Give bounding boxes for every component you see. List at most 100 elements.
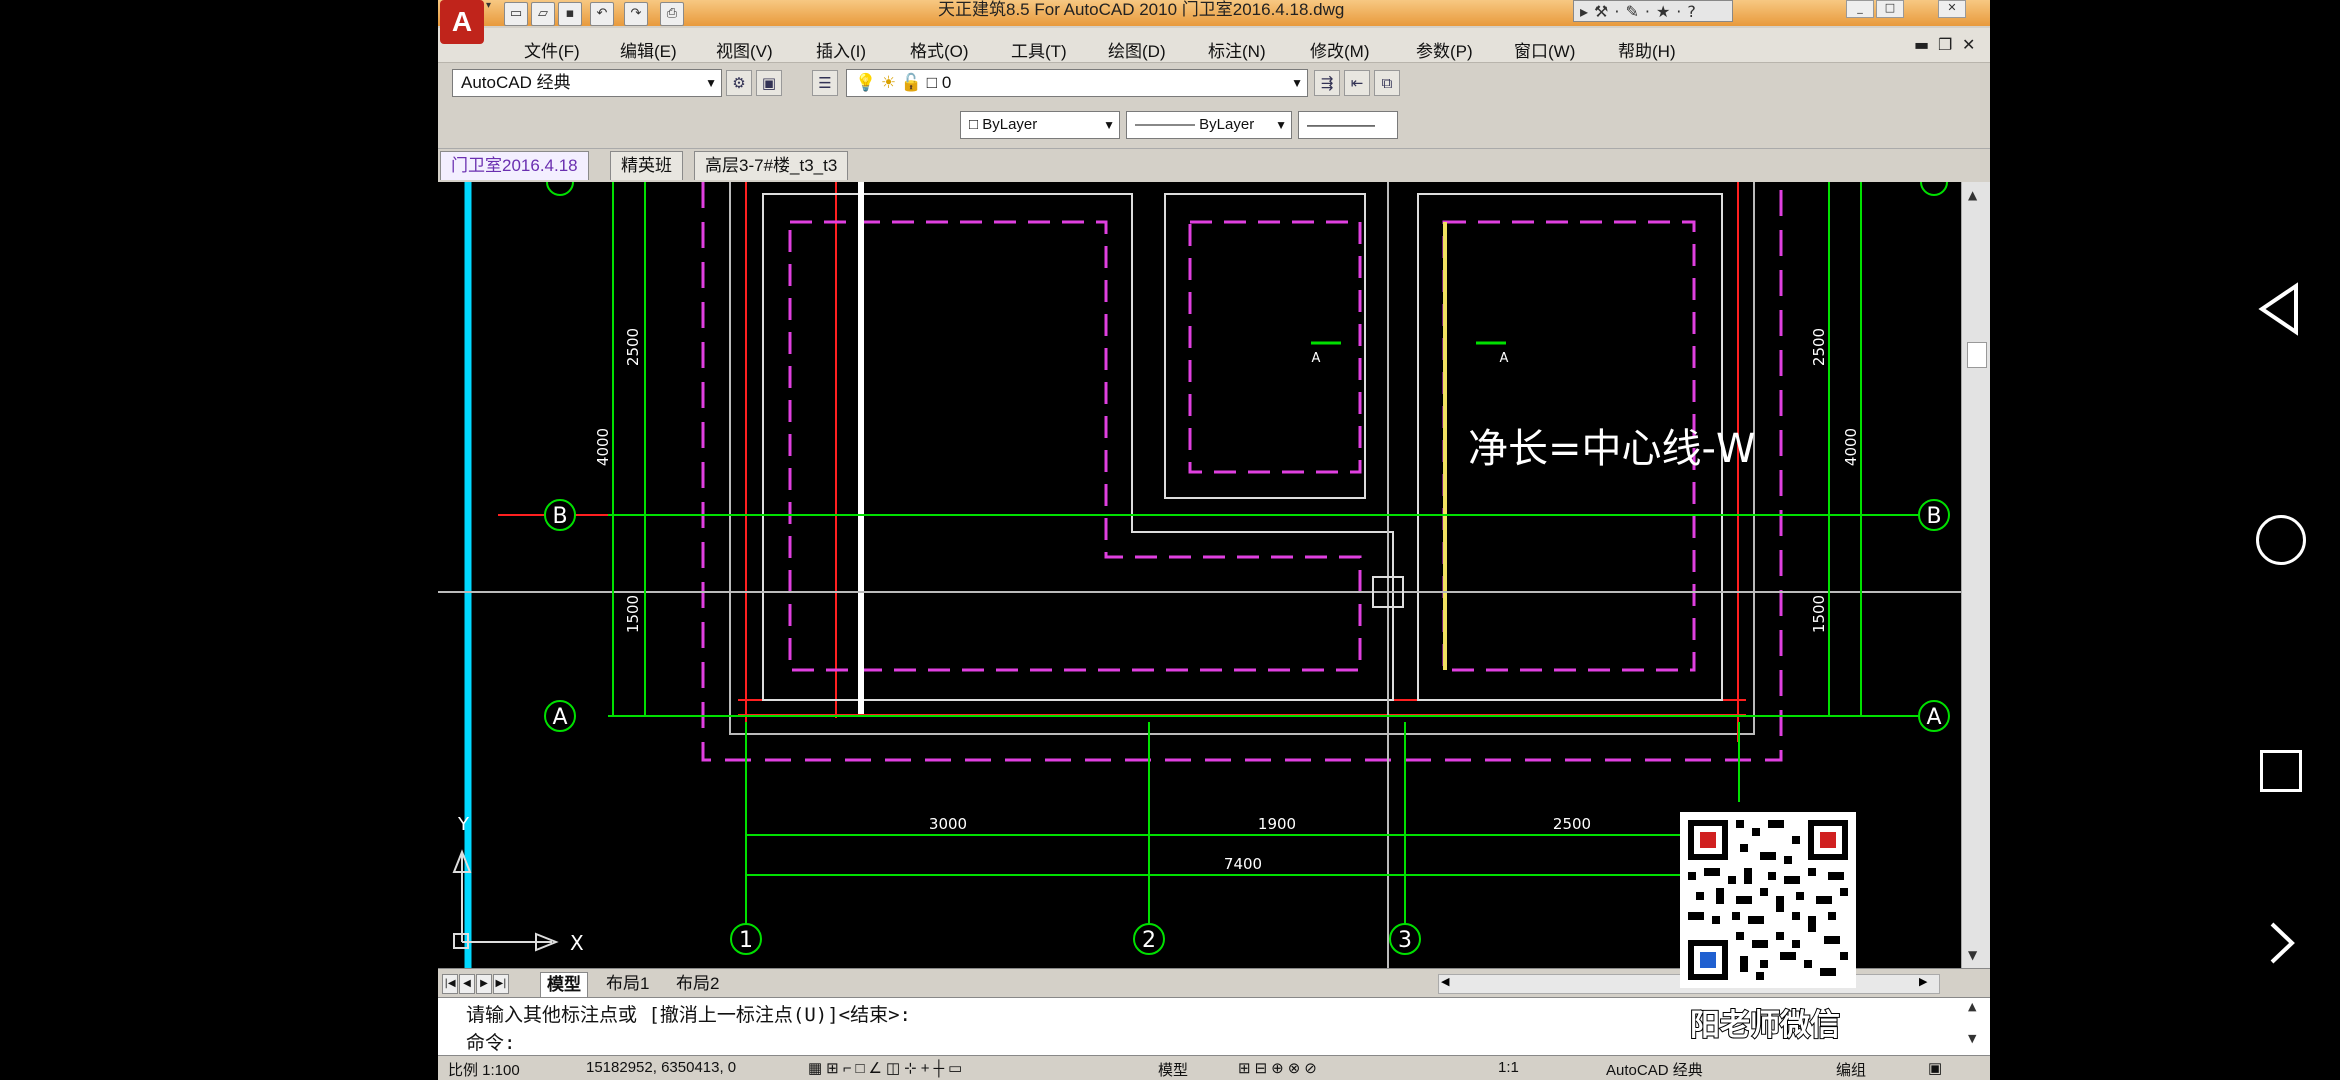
menu-window[interactable]: 窗口(W) bbox=[1514, 37, 1575, 62]
color-select[interactable]: □ ByLayer ▼ bbox=[960, 111, 1120, 139]
save-icon[interactable]: ▪ bbox=[558, 2, 582, 26]
menu-help[interactable]: 帮助(H) bbox=[1618, 37, 1676, 62]
layer-value: 0 bbox=[941, 73, 952, 92]
dim-bottom-2500: 2500 bbox=[1553, 815, 1591, 833]
tab-model[interactable]: 模型 bbox=[540, 972, 588, 998]
autocad-logo[interactable]: A bbox=[440, 0, 484, 44]
layer-properties-icon[interactable]: ☰ bbox=[812, 70, 838, 96]
chevron-down-icon: ▼ bbox=[1103, 118, 1115, 132]
open-icon[interactable]: ▱ bbox=[531, 2, 555, 26]
view-tools[interactable]: ⊞⊟⊕⊗⊘ bbox=[1238, 1059, 1321, 1077]
workspace-select[interactable]: AutoCAD 经典 ▼ bbox=[452, 69, 722, 97]
redo-icon[interactable]: ↷ bbox=[624, 2, 648, 26]
tab-elite-class[interactable]: 精英班 bbox=[610, 151, 683, 180]
tab-current-drawing[interactable]: 门卫室2016.4.18 bbox=[440, 151, 589, 180]
cmd-scroll-down-icon[interactable]: ▼ bbox=[1968, 1032, 1976, 1045]
room-2-dashed bbox=[1188, 220, 1362, 474]
layer-state-icon[interactable]: ⧉ bbox=[1374, 70, 1400, 96]
menu-dimension[interactable]: 标注(N) bbox=[1208, 37, 1266, 62]
tab-layout2[interactable]: 布局2 bbox=[670, 972, 725, 996]
color-value: ByLayer bbox=[982, 116, 1038, 133]
menu-draw[interactable]: 绘图(D) bbox=[1108, 37, 1166, 62]
axis-label-b-right: B bbox=[1926, 504, 1941, 529]
qr-code bbox=[1680, 812, 1856, 988]
tab-highrise[interactable]: 高层3-7#楼_t3_t3 bbox=[694, 151, 849, 180]
scroll-left-icon[interactable]: ◀ bbox=[1441, 975, 1449, 988]
layer-previous-icon[interactable]: ⇤ bbox=[1344, 70, 1370, 96]
maximize-button[interactable]: □ bbox=[1876, 0, 1904, 18]
drafting-toggles[interactable]: ▦⊞⌐□∠◫⊹+┼▭ bbox=[808, 1059, 966, 1077]
linetype-value: ByLayer bbox=[1199, 116, 1255, 133]
scroll-up-icon[interactable]: ▲ bbox=[1968, 188, 1977, 202]
section-mark-a-right: A bbox=[1500, 351, 1509, 366]
clean-screen-icon[interactable]: ▣ bbox=[1928, 1059, 1942, 1077]
chevron-down-icon: ▼ bbox=[705, 76, 717, 90]
minimize-button[interactable]: _ bbox=[1846, 0, 1874, 18]
prev-tab-icon[interactable]: ◀ bbox=[459, 974, 475, 994]
infocenter-toolbar[interactable]: ▸⚒·✎·★·? bbox=[1573, 0, 1733, 22]
color-swatch: □ bbox=[969, 116, 983, 133]
linetype-select[interactable]: ———— ByLayer ▼ bbox=[1126, 111, 1292, 139]
menu-edit[interactable]: 编辑(E) bbox=[620, 37, 677, 62]
workspace-switch[interactable]: AutoCAD 经典 bbox=[1606, 1059, 1703, 1080]
menu-format[interactable]: 格式(O) bbox=[910, 37, 969, 62]
scroll-thumb[interactable] bbox=[1967, 342, 1987, 368]
make-current-layer-icon[interactable]: ⇶ bbox=[1314, 70, 1340, 96]
last-tab-icon[interactable]: ▶| bbox=[493, 974, 509, 994]
group-toggle[interactable]: 编组 bbox=[1836, 1059, 1866, 1080]
home-icon[interactable] bbox=[2256, 515, 2306, 565]
dim-left-4000: 4000 bbox=[594, 428, 612, 466]
close-button[interactable]: ✕ bbox=[1938, 0, 1966, 18]
tab-layout1[interactable]: 布局1 bbox=[600, 972, 655, 996]
room-2-wall bbox=[1164, 193, 1366, 499]
cmd-scroll-up-icon[interactable]: ▲ bbox=[1968, 1000, 1976, 1013]
doc-minimize-icon[interactable]: ▬ bbox=[1914, 35, 1929, 54]
next-tab-icon[interactable]: ▶ bbox=[476, 974, 492, 994]
section-mark-a-left: A bbox=[1312, 351, 1321, 366]
scroll-right-icon[interactable]: ▶ bbox=[1919, 975, 1927, 988]
dim-bottom-3000: 3000 bbox=[929, 815, 967, 833]
menu-file[interactable]: 文件(F) bbox=[524, 37, 580, 62]
doc-close-icon[interactable]: ✕ bbox=[1962, 35, 1975, 54]
line-sample: ———— bbox=[1135, 116, 1200, 133]
dim-left-1500: 1500 bbox=[624, 595, 642, 633]
recent-apps-icon[interactable] bbox=[2260, 750, 2302, 792]
model-space-button[interactable]: 模型 bbox=[1158, 1059, 1188, 1080]
clean-screen-icon[interactable]: ▣ bbox=[756, 70, 782, 96]
undo-icon[interactable]: ↶ bbox=[590, 2, 614, 26]
axis-label-3: 3 bbox=[1398, 928, 1412, 953]
workspace-value: AutoCAD 经典 bbox=[461, 73, 571, 92]
scale-indicator[interactable]: 比例 1:100 bbox=[448, 1059, 520, 1080]
command-prompt[interactable]: 命令: bbox=[466, 1028, 515, 1055]
document-tabs: 门卫室2016.4.18 精英班 高层3-7#楼_t3_t3 bbox=[438, 148, 1990, 183]
coordinates-readout: 15182952, 6350413, 0 bbox=[586, 1059, 737, 1076]
lightbulb-icon: 💡 bbox=[855, 73, 877, 92]
menu-params[interactable]: 参数(P) bbox=[1416, 37, 1473, 62]
menu-bar: 文件(F) 编辑(E) 视图(V) 插入(I) 格式(O) 工具(T) 绘图(D… bbox=[438, 28, 1990, 63]
axis-label-b-left: B bbox=[552, 504, 567, 529]
menu-tools[interactable]: 工具(T) bbox=[1011, 37, 1067, 62]
print-icon[interactable]: ⎙ bbox=[660, 2, 684, 26]
title-bar: ▾ ▭ ▱ ▪ ↶ ↷ ⎙ 天正建筑8.5 For AutoCAD 2010 门… bbox=[438, 0, 1990, 26]
layer-select[interactable]: 💡 ☀ 🔓 □ 0 ▼ bbox=[846, 69, 1308, 97]
new-icon[interactable]: ▭ bbox=[504, 2, 528, 26]
ucs-x-label: X bbox=[570, 931, 584, 955]
chevron-down-icon: ▼ bbox=[1275, 118, 1287, 132]
workspace-settings-icon[interactable]: ⚙ bbox=[726, 70, 752, 96]
menu-view[interactable]: 视图(V) bbox=[716, 37, 773, 62]
axis-label-2: 2 bbox=[1142, 928, 1156, 953]
menu-insert[interactable]: 插入(I) bbox=[816, 37, 866, 62]
menu-modify[interactable]: 修改(M) bbox=[1310, 37, 1369, 62]
doc-restore-icon[interactable]: ❐ bbox=[1938, 35, 1952, 54]
annotation-scale[interactable]: 1:1 bbox=[1498, 1059, 1519, 1076]
axis-label-a-right: A bbox=[1926, 705, 1941, 730]
room-1-wall bbox=[762, 193, 1394, 701]
vertical-scrollbar[interactable]: ▲ ▼ bbox=[1961, 182, 1990, 968]
first-tab-icon[interactable]: |◀ bbox=[442, 974, 458, 994]
chevron-down-icon: ▼ bbox=[1291, 76, 1303, 90]
lineweight-select[interactable]: ———— bbox=[1298, 111, 1398, 139]
app-menu-arrow-icon[interactable]: ▾ bbox=[486, 0, 498, 26]
chevron-right-icon[interactable] bbox=[2262, 918, 2302, 968]
back-icon[interactable] bbox=[2258, 282, 2300, 336]
scroll-down-icon[interactable]: ▼ bbox=[1968, 948, 1977, 962]
